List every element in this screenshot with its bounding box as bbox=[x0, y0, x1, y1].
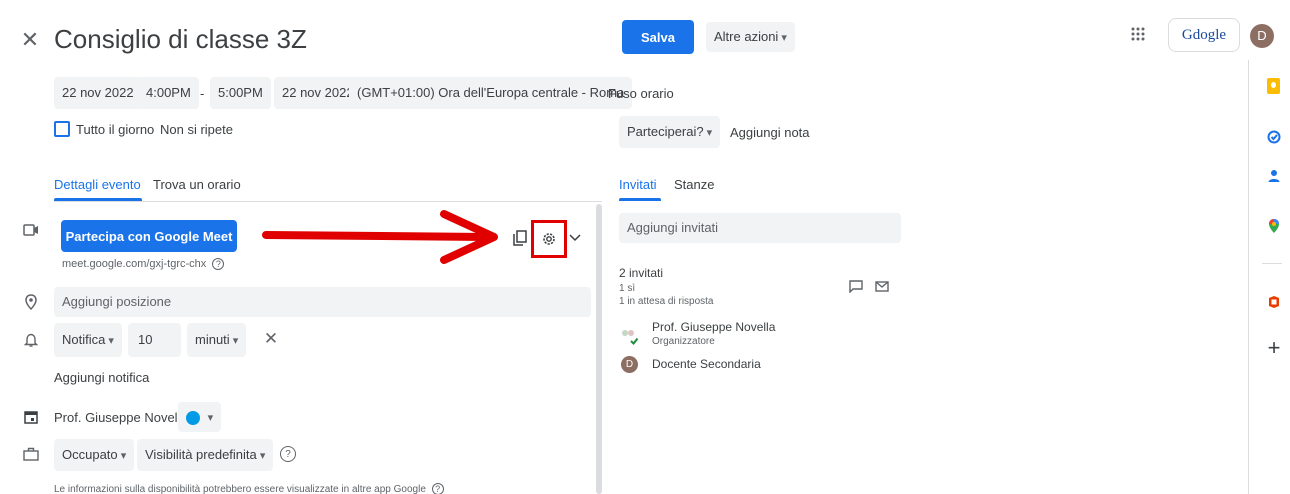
all-day-checkbox[interactable] bbox=[54, 121, 70, 137]
logo-text: Gdogle bbox=[1181, 26, 1227, 43]
join-meet-button[interactable]: Partecipa con Google Meet bbox=[61, 220, 237, 252]
add-note-button[interactable]: Aggiungi nota bbox=[730, 125, 810, 140]
annotation-arrow bbox=[262, 210, 498, 264]
guest-pending-count: 1 in attesa di risposta bbox=[619, 296, 714, 307]
notification-unit-select[interactable]: minuti bbox=[187, 323, 247, 357]
all-day-label: Tutto il giorno bbox=[76, 122, 155, 137]
availability-select[interactable]: Occupato bbox=[54, 439, 135, 471]
office-icon[interactable] bbox=[1266, 294, 1282, 310]
tab-event-details[interactable]: Dettagli evento bbox=[54, 177, 141, 192]
meet-link-text[interactable]: meet.google.com/gxj-tgrc-chx bbox=[62, 258, 206, 270]
end-time[interactable]: 5:00PM bbox=[210, 77, 271, 109]
gear-icon[interactable] bbox=[539, 229, 559, 249]
org-logo[interactable]: Gdogle bbox=[1168, 18, 1240, 52]
add-notification-button[interactable]: Aggiungi notifica bbox=[54, 370, 149, 385]
time-separator: - bbox=[200, 86, 205, 101]
rsvp-dropdown[interactable]: Parteciperai? bbox=[619, 116, 721, 148]
email-icon[interactable] bbox=[874, 278, 890, 294]
chevron-down-icon[interactable] bbox=[567, 230, 583, 246]
briefcase-icon bbox=[22, 445, 40, 463]
location-input[interactable]: Aggiungi posizione bbox=[54, 287, 591, 317]
meet-link[interactable]: meet.google.com/gxj-tgrc-chx ? bbox=[62, 258, 225, 270]
location-pin-icon bbox=[22, 293, 40, 311]
timezone-link[interactable]: Fuso orario bbox=[608, 86, 674, 101]
divider bbox=[54, 201, 602, 202]
guest-role: Organizzatore bbox=[652, 336, 715, 347]
notification-value-input[interactable]: 10 bbox=[128, 323, 181, 357]
availability-info-text: Le informazioni sulla disponibilità potr… bbox=[54, 484, 426, 494]
add-guests-input[interactable]: Aggiungi invitati bbox=[619, 213, 901, 243]
help-icon[interactable]: ? bbox=[431, 483, 444, 494]
remove-notification-icon[interactable]: ✕ bbox=[262, 329, 280, 348]
guest-avatar: D bbox=[621, 356, 638, 373]
tab-indicator bbox=[619, 198, 661, 201]
save-button[interactable]: Salva bbox=[622, 20, 694, 54]
calendar-color-dot bbox=[186, 410, 200, 425]
close-icon[interactable]: ✕ bbox=[18, 27, 42, 52]
repeat-select[interactable]: Non si ripete bbox=[160, 122, 233, 137]
calendar-icon bbox=[22, 408, 40, 426]
side-panel-divider bbox=[1248, 60, 1249, 494]
guest-avatar-organizer bbox=[619, 326, 641, 348]
add-icon[interactable]: + bbox=[1264, 335, 1284, 360]
guest-name[interactable]: Prof. Giuseppe Novella bbox=[652, 320, 775, 334]
tab-find-time[interactable]: Trova un orario bbox=[153, 177, 241, 192]
tab-rooms[interactable]: Stanze bbox=[674, 177, 714, 192]
maps-icon[interactable] bbox=[1266, 218, 1282, 234]
scrollbar[interactable] bbox=[596, 204, 602, 494]
guest-yes-count: 1 sì bbox=[619, 283, 636, 294]
bell-icon bbox=[22, 331, 40, 349]
help-icon[interactable]: ? bbox=[280, 446, 296, 462]
calendar-color-select[interactable] bbox=[178, 402, 222, 432]
avatar[interactable]: D bbox=[1250, 24, 1274, 48]
guest-name[interactable]: Docente Secondaria bbox=[652, 357, 761, 371]
side-panel-divider bbox=[1262, 263, 1282, 264]
keep-icon[interactable] bbox=[1267, 78, 1280, 94]
message-icon[interactable] bbox=[848, 278, 864, 294]
guest-count: 2 invitati bbox=[619, 266, 664, 280]
apps-grid-icon[interactable] bbox=[1128, 24, 1148, 44]
tab-guests[interactable]: Invitati bbox=[619, 177, 657, 192]
video-camera-icon bbox=[22, 221, 40, 239]
notification-type-select[interactable]: Notifica bbox=[54, 323, 122, 357]
start-date[interactable]: 22 nov 2022 bbox=[54, 77, 142, 109]
tasks-icon[interactable] bbox=[1266, 129, 1282, 145]
start-time[interactable]: 4:00PM bbox=[138, 77, 199, 109]
timezone-select[interactable]: (GMT+01:00) Ora dell'Europa centrale - R… bbox=[349, 77, 633, 109]
help-icon[interactable]: ? bbox=[212, 258, 225, 270]
page-title[interactable]: Consiglio di classe 3Z bbox=[54, 24, 307, 55]
calendar-owner: Prof. Giuseppe Novella bbox=[54, 410, 188, 425]
visibility-select[interactable]: Visibilità predefinita bbox=[137, 439, 274, 471]
contacts-icon[interactable] bbox=[1266, 168, 1282, 184]
availability-info: Le informazioni sulla disponibilità potr… bbox=[54, 483, 444, 494]
more-actions-dropdown[interactable]: Altre azioni bbox=[706, 22, 795, 52]
copy-icon[interactable] bbox=[510, 228, 530, 248]
